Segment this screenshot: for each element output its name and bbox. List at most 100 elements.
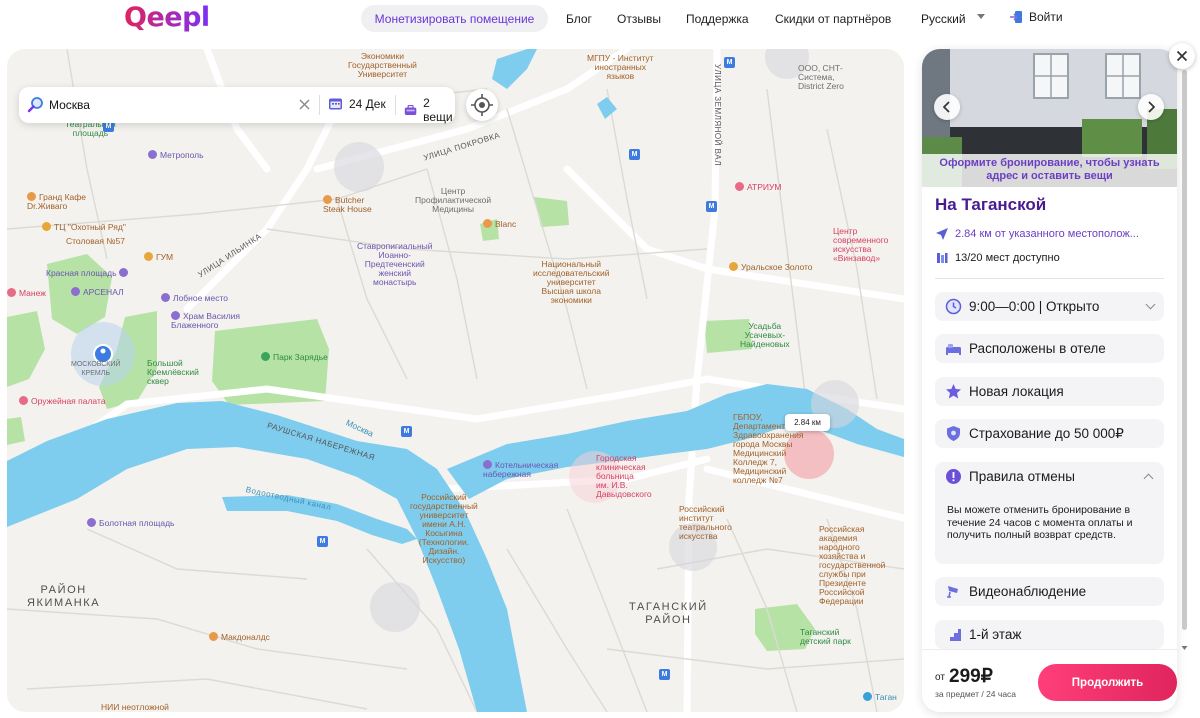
- map-label-blanc[interactable]: Blanc: [483, 219, 516, 229]
- chevron-left-icon: [942, 101, 950, 113]
- metro-icon[interactable]: M: [629, 149, 640, 160]
- map-label-vinzavod[interactable]: Центр современного искусства «Винзавод»: [833, 227, 888, 263]
- feature-hotel-label: Расположены в отеле: [969, 341, 1106, 356]
- map-label-kremlin[interactable]: МОСКОВСКИЙ КРЕМЛЬ: [71, 360, 120, 378]
- map-label-grand-cafe[interactable]: Гранд Кафе Dr.Живаго: [27, 192, 86, 211]
- map-label-nii[interactable]: НИИ неотложной: [101, 703, 169, 712]
- map-label-manezh[interactable]: Манеж: [7, 288, 46, 298]
- hours-text: 9:00—0:00 | Открыто: [969, 299, 1100, 314]
- luggage-icon: [404, 104, 417, 115]
- login-icon: [1010, 11, 1022, 23]
- divider: [319, 95, 320, 115]
- map-label-stavropigial[interactable]: Ставропигиальный Иоанно- Предтеченский ж…: [357, 242, 433, 287]
- storage-circle[interactable]: [334, 142, 384, 192]
- map-label-ural-gold[interactable]: Уральское Золото: [729, 262, 813, 272]
- cancel-policy-text: Вы можете отменить бронирование в течени…: [947, 504, 1133, 541]
- map-label-prevention[interactable]: Центр Профилактической Медицины: [415, 187, 491, 214]
- chevron-right-icon: [1148, 101, 1156, 113]
- monetize-button[interactable]: Монетизировать помещение: [361, 5, 548, 32]
- metro-icon[interactable]: M: [317, 536, 328, 547]
- map-label-mgpu[interactable]: МГПУ - Институт иностранных языков: [587, 54, 654, 81]
- photo-next-button[interactable]: [1138, 94, 1164, 120]
- search-bar: 24 Дек 2 вещи: [19, 87, 455, 124]
- close-panel-button[interactable]: [1169, 43, 1195, 69]
- top-header: Qeepl Монетизировать помещение Блог Отзы…: [0, 0, 1200, 42]
- nav-reviews[interactable]: Отзывы: [617, 12, 661, 26]
- map-label-taganka-district: ТАГАНСКИЙ РАЙОН: [629, 601, 708, 626]
- map-label-metropol[interactable]: Метрополь: [148, 150, 204, 160]
- divider: [935, 278, 1164, 279]
- map-label-mcdonalds[interactable]: Макдоналдс: [209, 632, 270, 642]
- items-value: 2 вещи: [423, 96, 453, 124]
- seats-icon: [937, 253, 948, 263]
- map-label-zaryadye[interactable]: Парк Зарядье: [261, 352, 328, 362]
- items-selector[interactable]: 2 вещи: [404, 96, 455, 124]
- map-label-ranepa[interactable]: Российская академия народного хозяйства …: [819, 525, 885, 606]
- panel-scrollbar[interactable]: [1180, 60, 1189, 654]
- map-label-taganskaya[interactable]: Таган: [863, 692, 897, 702]
- map-label-arsenal[interactable]: АРСЕНАЛ: [71, 287, 124, 297]
- map-label-sht[interactable]: ООО, СНТ- Система, District Zero: [798, 64, 844, 91]
- chevron-down-icon[interactable]: [1145, 299, 1156, 310]
- photo-prev-button[interactable]: [934, 94, 960, 120]
- booking-footer: от 299₽ за предмет / 24 часа Продолжить: [922, 649, 1177, 712]
- crosshair-icon: [471, 94, 493, 116]
- storage-photo[interactable]: Оформите бронирование, чтобы узнать адре…: [922, 49, 1177, 187]
- metro-icon[interactable]: M: [401, 426, 412, 437]
- distance-badge: 2.84 км: [785, 414, 830, 431]
- nav-partners[interactable]: Скидки от партнёров: [775, 12, 891, 26]
- language-select[interactable]: Русский: [921, 12, 966, 26]
- camera-icon: [947, 586, 958, 598]
- login-button[interactable]: Войти: [1009, 10, 1063, 24]
- distance-text: 2.84 км от указанного местополож...: [955, 228, 1139, 240]
- map-label-atrium[interactable]: АТРИУМ: [735, 182, 781, 192]
- map-label-bolotnaya[interactable]: Болотная площадь: [87, 518, 175, 528]
- map-label-ohotny[interactable]: ТЦ "Охотный Ряд": [42, 222, 126, 232]
- chevron-down-icon[interactable]: [977, 14, 985, 19]
- cancel-policy-header[interactable]: Правила отмены: [935, 462, 1164, 491]
- feature-new: Новая локация: [935, 377, 1164, 406]
- storage-details-panel: Оформите бронирование, чтобы узнать адре…: [922, 49, 1177, 712]
- metro-icon[interactable]: M: [706, 201, 717, 212]
- map-label-taganka-park[interactable]: Таганский детский парк: [800, 628, 851, 646]
- map-label-hospital[interactable]: Городская клиническая больница им. И.В. …: [596, 454, 652, 499]
- map-label-usadba[interactable]: Усадьба Усачевых- Найденовых: [740, 322, 790, 349]
- metro-icon[interactable]: M: [659, 669, 670, 680]
- cancel-policy-label: Правила отмены: [969, 469, 1075, 484]
- map-label-lobnoe[interactable]: Лобное место: [161, 293, 228, 303]
- map-label-red-square[interactable]: Красная площадь: [46, 268, 131, 278]
- metro-icon[interactable]: M: [724, 57, 735, 68]
- continue-button[interactable]: Продолжить: [1038, 664, 1177, 701]
- clear-icon[interactable]: [298, 98, 311, 111]
- alert-icon: [946, 469, 961, 484]
- login-label: Войти: [1029, 10, 1063, 24]
- price-from: от: [935, 672, 945, 683]
- nav-support[interactable]: Поддержка: [686, 12, 749, 26]
- locate-me-button[interactable]: [466, 89, 498, 121]
- location-search-input[interactable]: [49, 95, 289, 115]
- map-label-basil[interactable]: Храм Василия Блаженного: [171, 311, 240, 330]
- map-label-economics[interactable]: Экономики Государственный Университет: [348, 52, 417, 79]
- search-icon: [27, 97, 43, 113]
- storage-circle[interactable]: [370, 582, 420, 632]
- chevron-up-icon[interactable]: [1143, 473, 1154, 484]
- feature-hotel: Расположены в отеле: [935, 334, 1164, 363]
- star-icon: [946, 384, 961, 399]
- price-value: 299₽: [949, 666, 993, 687]
- map-label-stolovaya[interactable]: Столовая №57: [66, 237, 125, 246]
- map-label-butcher[interactable]: Butcher Steak House: [323, 195, 372, 214]
- map-label-kremlin-square[interactable]: Большой Кремлёвский сквер: [147, 359, 199, 386]
- qeepl-logo[interactable]: Qeepl: [124, 2, 210, 33]
- map-label-kosygin[interactable]: Российский государственный университет и…: [410, 493, 478, 565]
- map-label-armoury[interactable]: Оружейная палата: [19, 396, 106, 406]
- feature-insurance: Страхование до 50 000₽: [935, 419, 1164, 448]
- nav-blog[interactable]: Блог: [566, 12, 592, 26]
- map-label-gitis[interactable]: Российский институт театрального искусст…: [679, 505, 732, 541]
- map-label-hse[interactable]: Национальный исследовательский университ…: [533, 260, 610, 305]
- map-label-gum[interactable]: ГУМ: [144, 252, 173, 262]
- feature-cctv: Видеонаблюдение: [935, 577, 1164, 606]
- map-view[interactable]: Экономики Государственный Университет МГ…: [7, 49, 904, 712]
- hours-row[interactable]: 9:00—0:00 | Открыто: [935, 292, 1164, 321]
- date-picker[interactable]: 24 Дек: [328, 96, 386, 111]
- map-label-kotelnicheskaya[interactable]: Котельническая набережная: [483, 460, 558, 479]
